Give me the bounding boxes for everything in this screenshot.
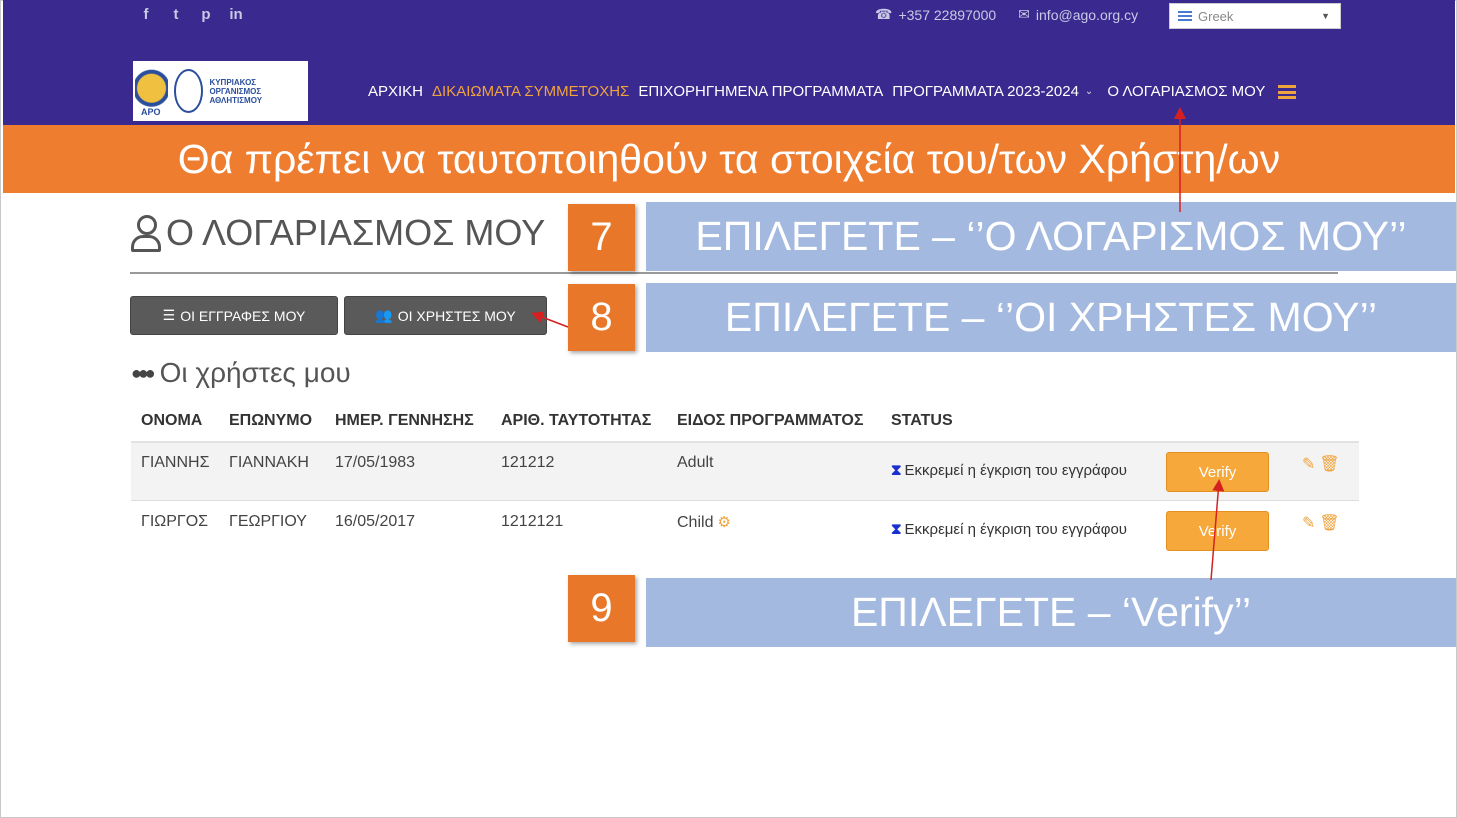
- arrow-to-verify: [1210, 479, 1225, 581]
- arrow-to-users: [531, 311, 569, 328]
- pointer-arrows: [531, 107, 1225, 581]
